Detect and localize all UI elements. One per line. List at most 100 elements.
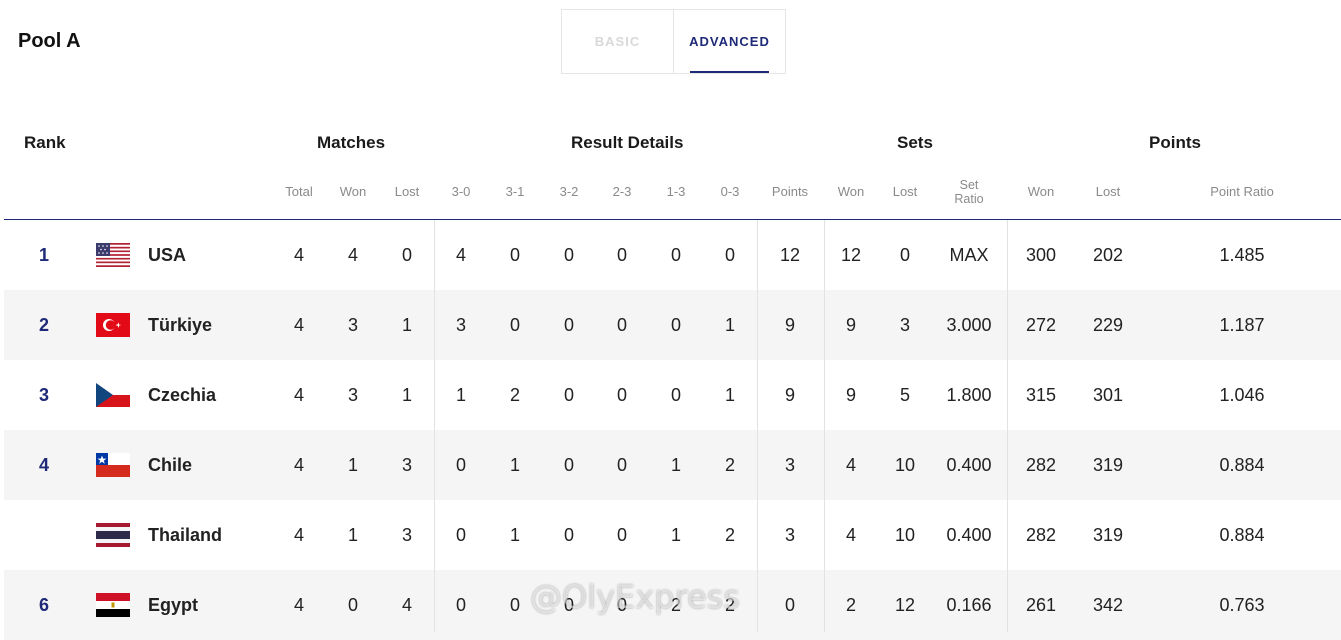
cell-point-ratio: 0.763 [1219,595,1265,615]
cell-won: 0 [347,595,359,615]
subheader-set-ratio[interactable]: Set Ratio [954,178,983,206]
egypt-flag-icon [96,593,130,617]
cell-sets-lost: 10 [894,455,916,475]
cell-set-ratio: 1.800 [946,385,992,405]
header-points: Points [1149,133,1201,152]
cell-r13: 0 [670,245,682,265]
cell-point-ratio: 1.187 [1219,315,1265,335]
cell-set-ratio: 0.166 [946,595,992,615]
cell-r13: 0 [670,315,682,335]
cell-lost: 0 [401,245,413,265]
cell-won: 3 [347,315,359,335]
table-row[interactable]: 3 Czechia 4 3 1 1 2 0 0 0 1 9 9 5 1.800 315 301 1.046 [4,360,1341,430]
rank-cell: 2 [38,315,50,335]
cell-r03: 1 [724,385,736,405]
tab-basic[interactable]: BASIC [562,10,674,73]
cell-r30: 4 [455,245,467,265]
subheader-sets-lost[interactable]: Lost [893,184,918,199]
cell-r23: 0 [616,245,628,265]
page-title: Pool A [18,30,81,52]
header-matches: Matches [317,133,386,152]
team-name[interactable]: Chile [148,430,192,500]
cell-won: 4 [347,245,359,265]
cell-r31: 0 [509,595,521,615]
subheader-result-3-2[interactable]: 3-2 [560,184,579,199]
cell-pts-lost: 342 [1092,595,1124,615]
cell-point-ratio: 0.884 [1219,525,1265,545]
team-name[interactable]: Egypt [148,570,198,640]
turkiye-flag-icon [96,313,130,337]
cell-point-ratio: 1.046 [1219,385,1265,405]
rank-cell: 4 [38,455,50,475]
cell-sets-lost: 5 [899,385,911,405]
tab-advanced[interactable]: ADVANCED [674,10,785,73]
cell-r03: 2 [724,525,736,545]
cell-total: 4 [293,525,305,545]
cell-r13: 0 [670,385,682,405]
cell-r31: 2 [509,385,521,405]
cell-points: 9 [784,315,796,335]
cell-pts-won: 282 [1025,455,1057,475]
subheader-result-0-3[interactable]: 0-3 [721,184,740,199]
team-name[interactable]: Türkiye [148,290,212,360]
team-name[interactable]: Czechia [148,360,216,430]
subheader-matches-won[interactable]: Won [340,184,367,199]
cell-point-ratio: 0.884 [1219,455,1265,475]
cell-points: 9 [784,385,796,405]
rank-cell: 3 [38,385,50,405]
subheader-sets-won[interactable]: Won [838,184,865,199]
column-divider [1007,220,1008,632]
cell-won: 1 [347,455,359,475]
cell-pts-lost: 319 [1092,525,1124,545]
watermark: @OlyExpress [530,578,740,616]
table-row[interactable]: 2 Türkiye 4 3 1 3 0 0 0 0 1 9 9 3 3.000 272 229 1.187 [4,290,1341,360]
subheader-set-ratio-line1: Set [959,178,979,192]
column-divider [434,220,435,632]
cell-r32: 0 [563,525,575,545]
cell-sets-lost: 0 [899,245,911,265]
cell-r30: 0 [455,595,467,615]
table-row[interactable]: 4 Chile 4 1 3 0 1 0 0 1 2 3 4 10 0.400 282 319 0.884 [4,430,1341,500]
subheader-matches-total[interactable]: Total [285,184,312,199]
subheader-matches-lost[interactable]: Lost [395,184,420,199]
subheader-result-2-3[interactable]: 2-3 [613,184,632,199]
table-row[interactable]: Thailand 4 1 3 0 1 0 0 1 2 3 4 10 0.400 282 319 0.884 [4,500,1341,570]
subheader-result-3-1[interactable]: 3-1 [506,184,525,199]
subheader-result-points[interactable]: Points [772,184,808,199]
cell-r31: 1 [509,455,521,475]
subheader-point-ratio[interactable]: Point Ratio [1210,184,1274,199]
team-name[interactable]: Thailand [148,500,222,570]
cell-r13: 1 [670,455,682,475]
subheader-result-1-3[interactable]: 1-3 [667,184,686,199]
cell-sets-lost: 12 [894,595,916,615]
cell-lost: 1 [401,385,413,405]
subheader-points-lost[interactable]: Lost [1096,184,1121,199]
cell-r32: 0 [563,245,575,265]
cell-pts-won: 272 [1025,315,1057,335]
cell-lost: 4 [401,595,413,615]
cell-points: 0 [784,595,796,615]
table-row[interactable]: 1 USA 4 4 0 4 0 0 0 0 0 12 12 0 MAX 300 202 1.485 [4,220,1341,290]
cell-pts-lost: 319 [1092,455,1124,475]
cell-point-ratio: 1.485 [1219,245,1265,265]
cell-sets-won: 9 [845,385,857,405]
usa-flag-icon [96,243,130,267]
subheader-result-3-0[interactable]: 3-0 [452,184,471,199]
column-divider [824,220,825,632]
cell-points: 12 [779,245,801,265]
cell-r13: 1 [670,525,682,545]
cell-r23: 0 [616,525,628,545]
team-name[interactable]: USA [148,220,186,290]
header-rank[interactable]: Rank [24,133,66,153]
cell-sets-won: 12 [840,245,862,265]
rank-cell: 1 [38,245,50,265]
czechia-flag-icon [96,383,130,407]
cell-set-ratio: MAX [949,245,989,265]
cell-r31: 1 [509,525,521,545]
cell-r23: 0 [616,315,628,335]
cell-pts-lost: 301 [1092,385,1124,405]
tab-advanced-label: ADVANCED [689,34,770,49]
cell-r32: 0 [563,315,575,335]
subheader-points-won[interactable]: Won [1028,184,1055,199]
cell-pts-won: 315 [1025,385,1057,405]
